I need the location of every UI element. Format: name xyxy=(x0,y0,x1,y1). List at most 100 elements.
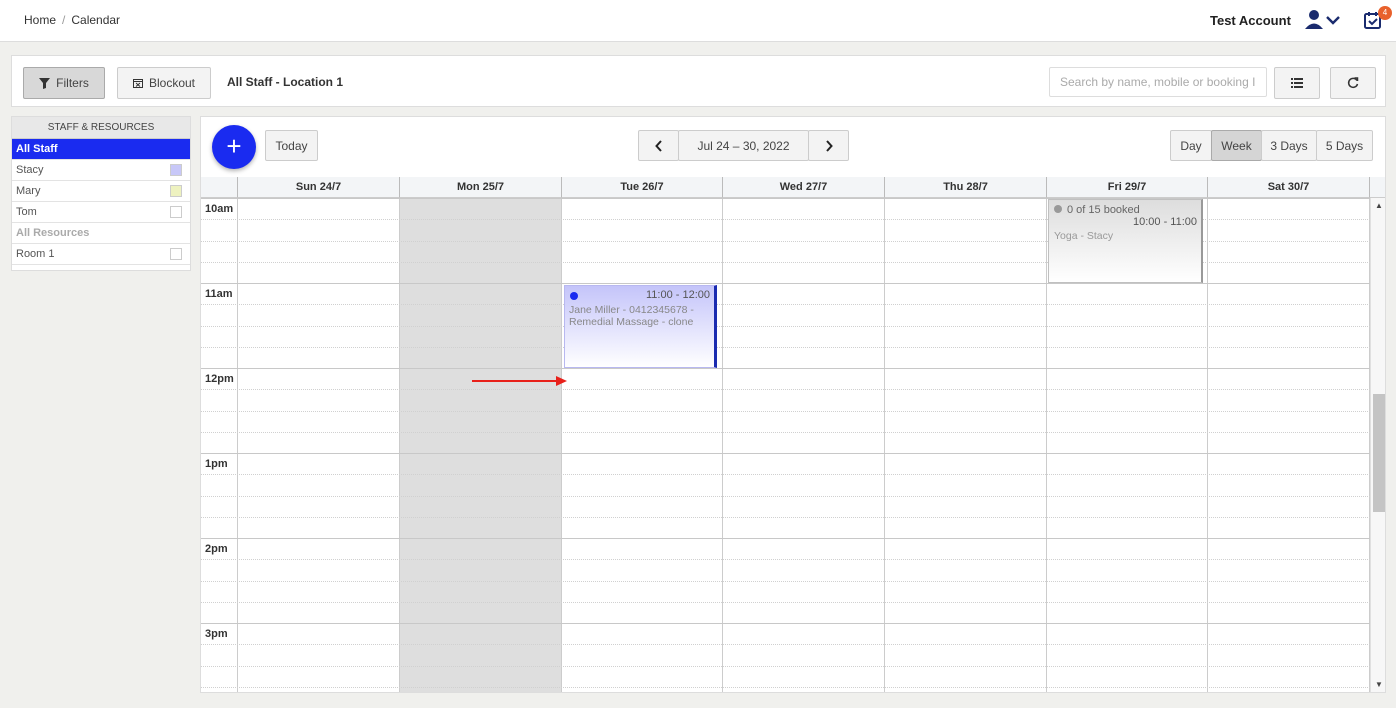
color-swatch xyxy=(170,164,182,176)
time-label-10am: 10am xyxy=(205,203,234,215)
sidebar-resources-heading[interactable]: All Resources xyxy=(12,223,190,244)
notification-badge: 4 xyxy=(1378,6,1392,20)
calendar-toolbar: Filters Blockout All Staff - Location 1 xyxy=(11,55,1386,107)
day-header-fri[interactable]: Fri 29/7 xyxy=(1047,177,1208,198)
quarter-line xyxy=(201,644,1370,645)
sidebar-item-room-1[interactable]: Room 1 xyxy=(12,244,190,265)
list-view-button[interactable] xyxy=(1274,67,1320,99)
day-header-mon[interactable]: Mon 25/7 xyxy=(400,177,562,198)
chevron-right-icon xyxy=(825,139,833,152)
event-description: Jane Miller - 0412345678 - Remedial Mass… xyxy=(569,304,694,328)
sidebar-item-all-staff[interactable]: All Staff xyxy=(12,139,190,160)
day-column-sun[interactable] xyxy=(238,198,400,692)
staff-resources-heading: STAFF & RESOURCES xyxy=(12,117,190,139)
filter-icon xyxy=(39,77,51,89)
calendar-panel: + Today Jul 24 – 30, 2022 Day Week 3 Day… xyxy=(200,116,1386,693)
hour-line xyxy=(201,623,1370,624)
hour-line xyxy=(201,368,1370,369)
breadcrumb: Home / Calendar xyxy=(24,13,120,27)
sidebar-item-tom[interactable]: Tom xyxy=(12,202,190,223)
user-menu-icon[interactable] xyxy=(1305,10,1343,30)
class-event-yoga[interactable]: 0 of 15 booked 10:00 - 11:00 Yoga - Stac… xyxy=(1048,199,1203,283)
quarter-line xyxy=(201,326,1370,327)
day-column-sat[interactable] xyxy=(1208,198,1370,692)
quarter-line xyxy=(201,347,1370,348)
search-input[interactable] xyxy=(1049,67,1267,97)
breadcrumb-home[interactable]: Home xyxy=(24,13,56,27)
plus-icon: + xyxy=(226,131,242,161)
blockout-label: Blockout xyxy=(148,76,196,90)
quarter-line xyxy=(201,389,1370,390)
scroll-up-icon[interactable]: ▲ xyxy=(1375,201,1383,210)
booking-event-jane-miller[interactable]: 11:00 - 12:00 Jane Miller - 0412345678 -… xyxy=(564,285,717,368)
color-swatch xyxy=(170,185,182,197)
quarter-line xyxy=(201,581,1370,582)
day-column-tue[interactable] xyxy=(562,198,723,692)
day-header-thu[interactable]: Thu 28/7 xyxy=(885,177,1047,198)
hour-line xyxy=(201,283,1370,284)
time-label-3pm: 3pm xyxy=(205,628,228,640)
quarter-line xyxy=(201,559,1370,560)
time-label-12pm: 12pm xyxy=(205,373,234,385)
quarter-line xyxy=(201,411,1370,412)
week-time-grid[interactable]: 10am 11am 12pm 1pm 2pm 3pm 0 of 15 booke… xyxy=(201,198,1370,692)
sidebar-item-stacy[interactable]: Stacy xyxy=(12,160,190,181)
header-scroll-spacer xyxy=(1370,177,1385,198)
add-booking-button[interactable]: + xyxy=(212,125,256,169)
quarter-line xyxy=(201,496,1370,497)
refresh-icon xyxy=(1347,77,1359,89)
top-header: Home / Calendar Test Account 4 xyxy=(0,0,1396,42)
hour-line xyxy=(201,453,1370,454)
event-time: 10:00 - 11:00 xyxy=(1132,216,1197,228)
booked-count: 0 of 15 booked xyxy=(1067,204,1140,216)
blockout-button[interactable]: Blockout xyxy=(117,67,211,99)
breadcrumb-separator: / xyxy=(62,13,66,27)
quarter-line xyxy=(201,687,1370,688)
color-swatch xyxy=(170,248,182,260)
staff-resources-panel: STAFF & RESOURCES All Staff Stacy Mary T… xyxy=(11,116,191,271)
annotation-arrow-icon xyxy=(472,376,567,386)
time-gutter xyxy=(201,198,238,692)
quarter-line xyxy=(201,666,1370,667)
day-column-mon-closed[interactable] xyxy=(400,198,562,692)
refresh-button[interactable] xyxy=(1330,67,1376,99)
time-label-2pm: 2pm xyxy=(205,543,228,555)
hour-line xyxy=(201,538,1370,539)
time-gutter-header xyxy=(201,177,238,198)
breadcrumb-current: Calendar xyxy=(71,13,121,27)
view-3-days-button[interactable]: 3 Days xyxy=(1261,130,1317,161)
account-name[interactable]: Test Account xyxy=(1210,13,1291,28)
filters-button[interactable]: Filters xyxy=(23,67,105,99)
day-header-sat[interactable]: Sat 30/7 xyxy=(1208,177,1370,198)
calendar-scrollbar[interactable]: ▲ ▼ xyxy=(1370,198,1385,692)
location-title: All Staff - Location 1 xyxy=(227,75,344,89)
day-header-tue[interactable]: Tue 26/7 xyxy=(562,177,723,198)
quarter-line xyxy=(201,432,1370,433)
quarter-line xyxy=(201,602,1370,603)
sidebar-item-label: Tom xyxy=(16,206,37,218)
view-week-button[interactable]: Week xyxy=(1211,130,1262,161)
color-swatch xyxy=(170,206,182,218)
day-header-sun[interactable]: Sun 24/7 xyxy=(238,177,400,198)
quarter-line xyxy=(201,474,1370,475)
view-day-button[interactable]: Day xyxy=(1170,130,1212,161)
list-icon xyxy=(1291,78,1303,88)
next-week-button[interactable] xyxy=(808,130,849,161)
day-header-wed[interactable]: Wed 27/7 xyxy=(723,177,885,198)
date-range-label: Jul 24 – 30, 2022 xyxy=(678,130,809,161)
view-5-days-button[interactable]: 5 Days xyxy=(1316,130,1373,161)
day-column-wed[interactable] xyxy=(723,198,885,692)
day-column-thu[interactable] xyxy=(885,198,1047,692)
time-label-11am: 11am xyxy=(205,288,233,300)
chevron-left-icon xyxy=(654,139,662,152)
prev-week-button[interactable] xyxy=(638,130,679,161)
sidebar-item-label: Room 1 xyxy=(16,248,55,260)
status-dot xyxy=(1054,205,1062,213)
today-button[interactable]: Today xyxy=(265,130,318,161)
time-label-1pm: 1pm xyxy=(205,458,228,470)
scrollbar-thumb[interactable] xyxy=(1373,394,1385,512)
event-time: 11:00 - 12:00 xyxy=(645,289,710,301)
scroll-down-icon[interactable]: ▼ xyxy=(1375,680,1383,689)
sidebar-item-mary[interactable]: Mary xyxy=(12,181,190,202)
sidebar-item-label: Stacy xyxy=(16,164,44,176)
